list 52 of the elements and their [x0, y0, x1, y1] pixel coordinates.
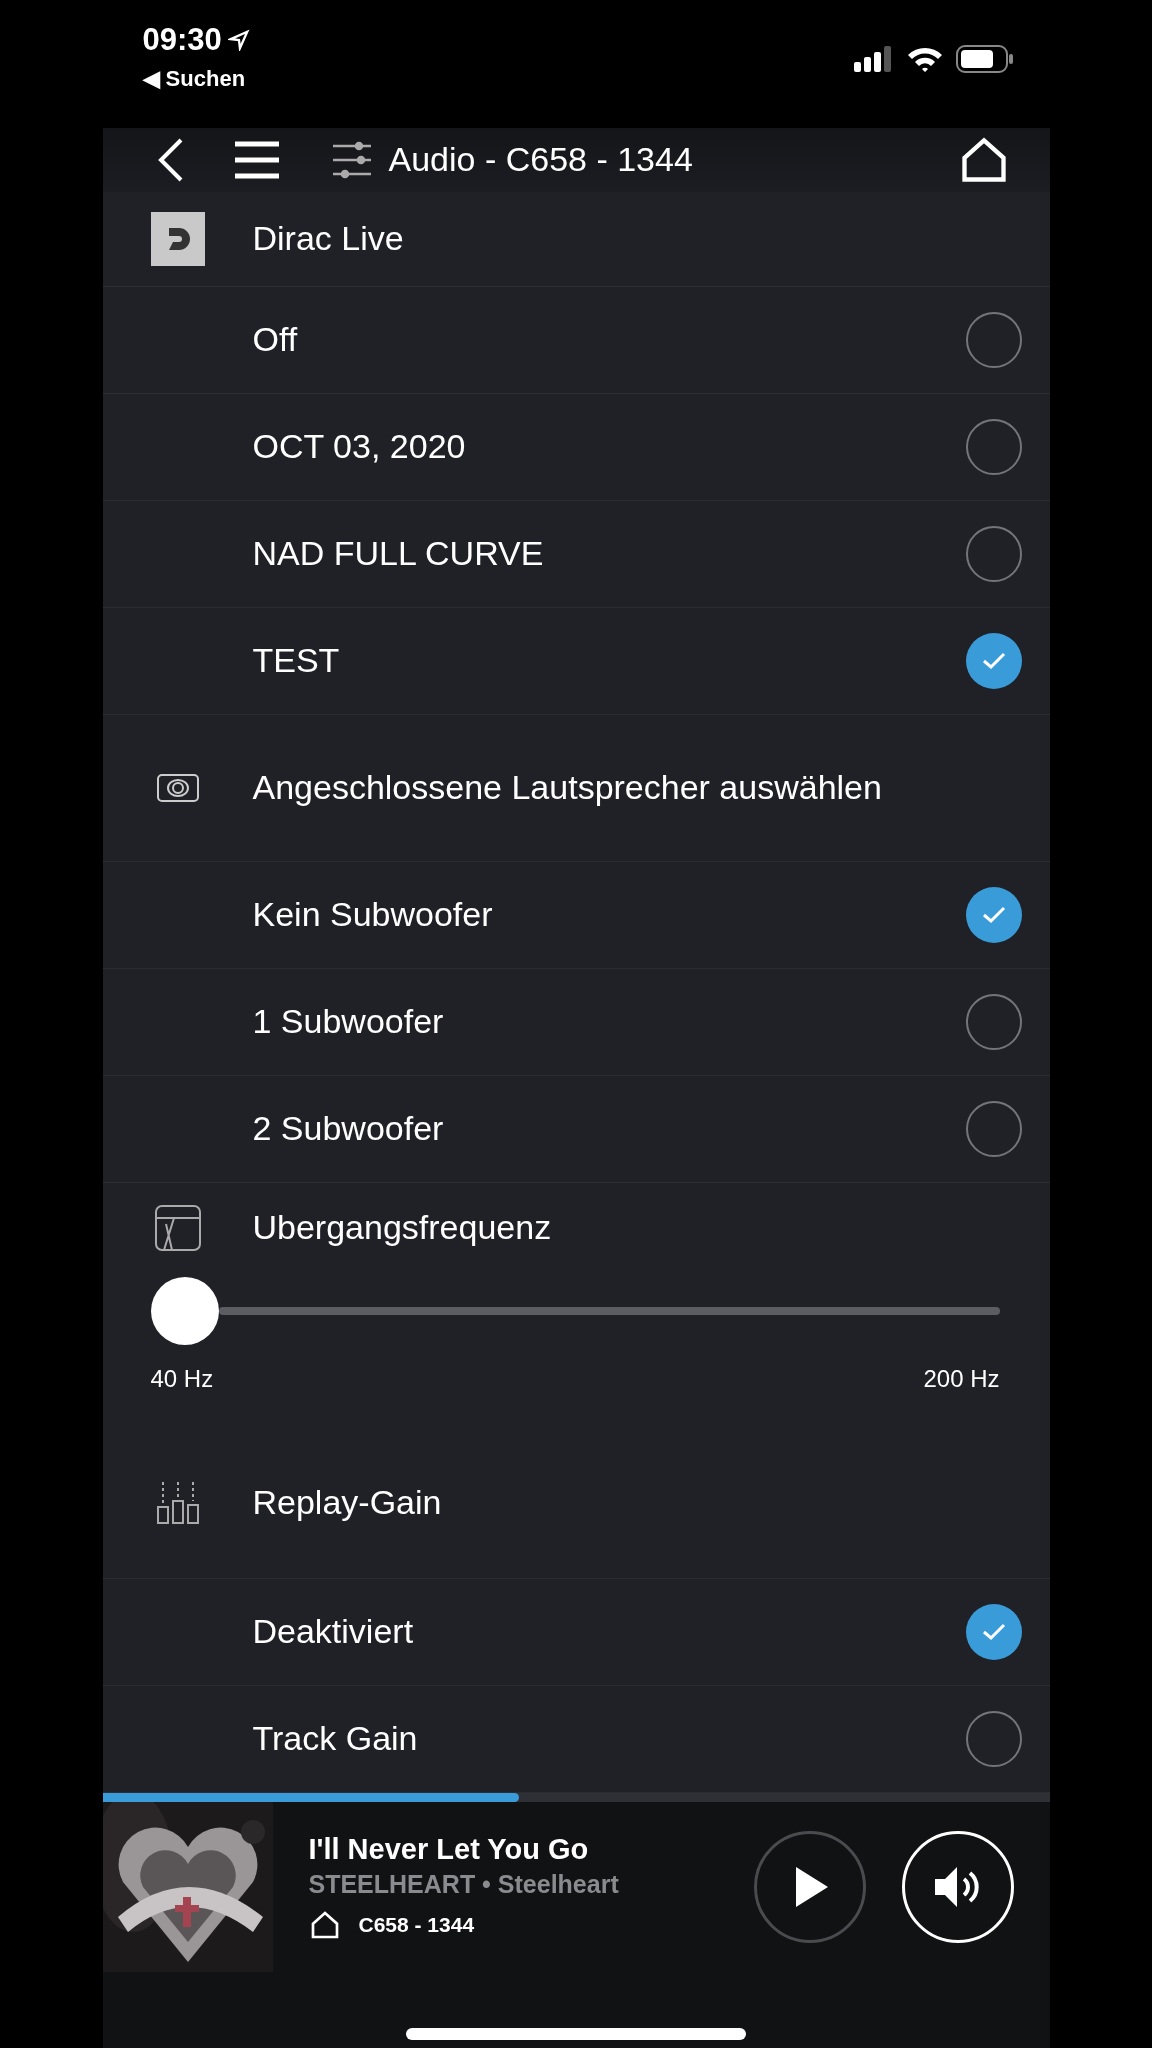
option-label: TEST [252, 641, 341, 681]
option-label: Off [252, 320, 299, 360]
option-row[interactable]: OCT 03, 2020 [102, 393, 1050, 501]
radio-button[interactable] [965, 1710, 1022, 1767]
play-button[interactable] [753, 1830, 866, 1943]
checkmark-icon [980, 904, 1007, 925]
artist-album: STEELHEART • Steelheart [308, 1869, 620, 1899]
device-name: C658 - 1344 [358, 1912, 475, 1937]
radio-button[interactable] [965, 1100, 1022, 1157]
checkmark-icon [980, 1621, 1007, 1642]
section-title: Angeschlossene Lautsprecher auswählen [252, 768, 882, 808]
back-to-app-link[interactable]: ◀ Suchen [142, 66, 250, 92]
track-title: I'll Never Let You Go [308, 1832, 590, 1866]
battery-icon [955, 45, 1014, 73]
playback-progress-bar[interactable] [102, 1792, 1050, 1802]
section-title: Ubergangsfrequenz [252, 1208, 552, 1248]
max-label: 200 Hz [923, 1364, 1000, 1393]
radio-button[interactable] [965, 993, 1022, 1050]
clock-time: 09:30 [142, 22, 222, 58]
radio-button[interactable] [965, 418, 1022, 475]
option-label: 2 Subwoofer [252, 1109, 445, 1149]
option-label: 1 Subwoofer [252, 1002, 445, 1042]
option-row[interactable]: 2 Subwoofer [102, 1075, 1050, 1183]
signal-icon [853, 46, 894, 72]
location-arrow-icon [227, 29, 250, 51]
option-label: Kein Subwoofer [252, 895, 494, 935]
section-title: Replay-Gain [252, 1482, 442, 1522]
crossover-icon [153, 1203, 202, 1252]
dirac-logo-icon [150, 211, 205, 266]
radio-button[interactable] [965, 311, 1022, 368]
section-title: Dirac Live [252, 219, 404, 259]
option-row[interactable]: Deaktiviert [102, 1578, 1050, 1686]
frequency-slider[interactable] [150, 1276, 1000, 1345]
equalizer-icon [154, 1479, 201, 1526]
option-label: Deaktiviert [252, 1612, 415, 1652]
option-row[interactable]: Kein Subwoofer [102, 861, 1050, 969]
page-title: Audio - C658 - 1344 [388, 140, 693, 180]
option-row[interactable]: 1 Subwoofer [102, 968, 1050, 1076]
option-label: OCT 03, 2020 [252, 427, 467, 467]
speaker-icon [155, 772, 200, 803]
option-row[interactable]: NAD FULL CURVE [102, 500, 1050, 608]
option-row[interactable]: Off [102, 286, 1050, 394]
menu-icon[interactable] [232, 139, 281, 180]
option-label: Track Gain [252, 1719, 419, 1759]
checkmark-icon [980, 650, 1007, 671]
min-label: 40 Hz [150, 1364, 214, 1393]
option-label: NAD FULL CURVE [252, 534, 545, 574]
sliders-icon [330, 139, 373, 180]
radio-button[interactable] [965, 525, 1022, 582]
option-row[interactable]: TEST [102, 607, 1050, 715]
option-row[interactable]: Track Gain [102, 1685, 1050, 1793]
volume-button[interactable] [901, 1830, 1014, 1943]
